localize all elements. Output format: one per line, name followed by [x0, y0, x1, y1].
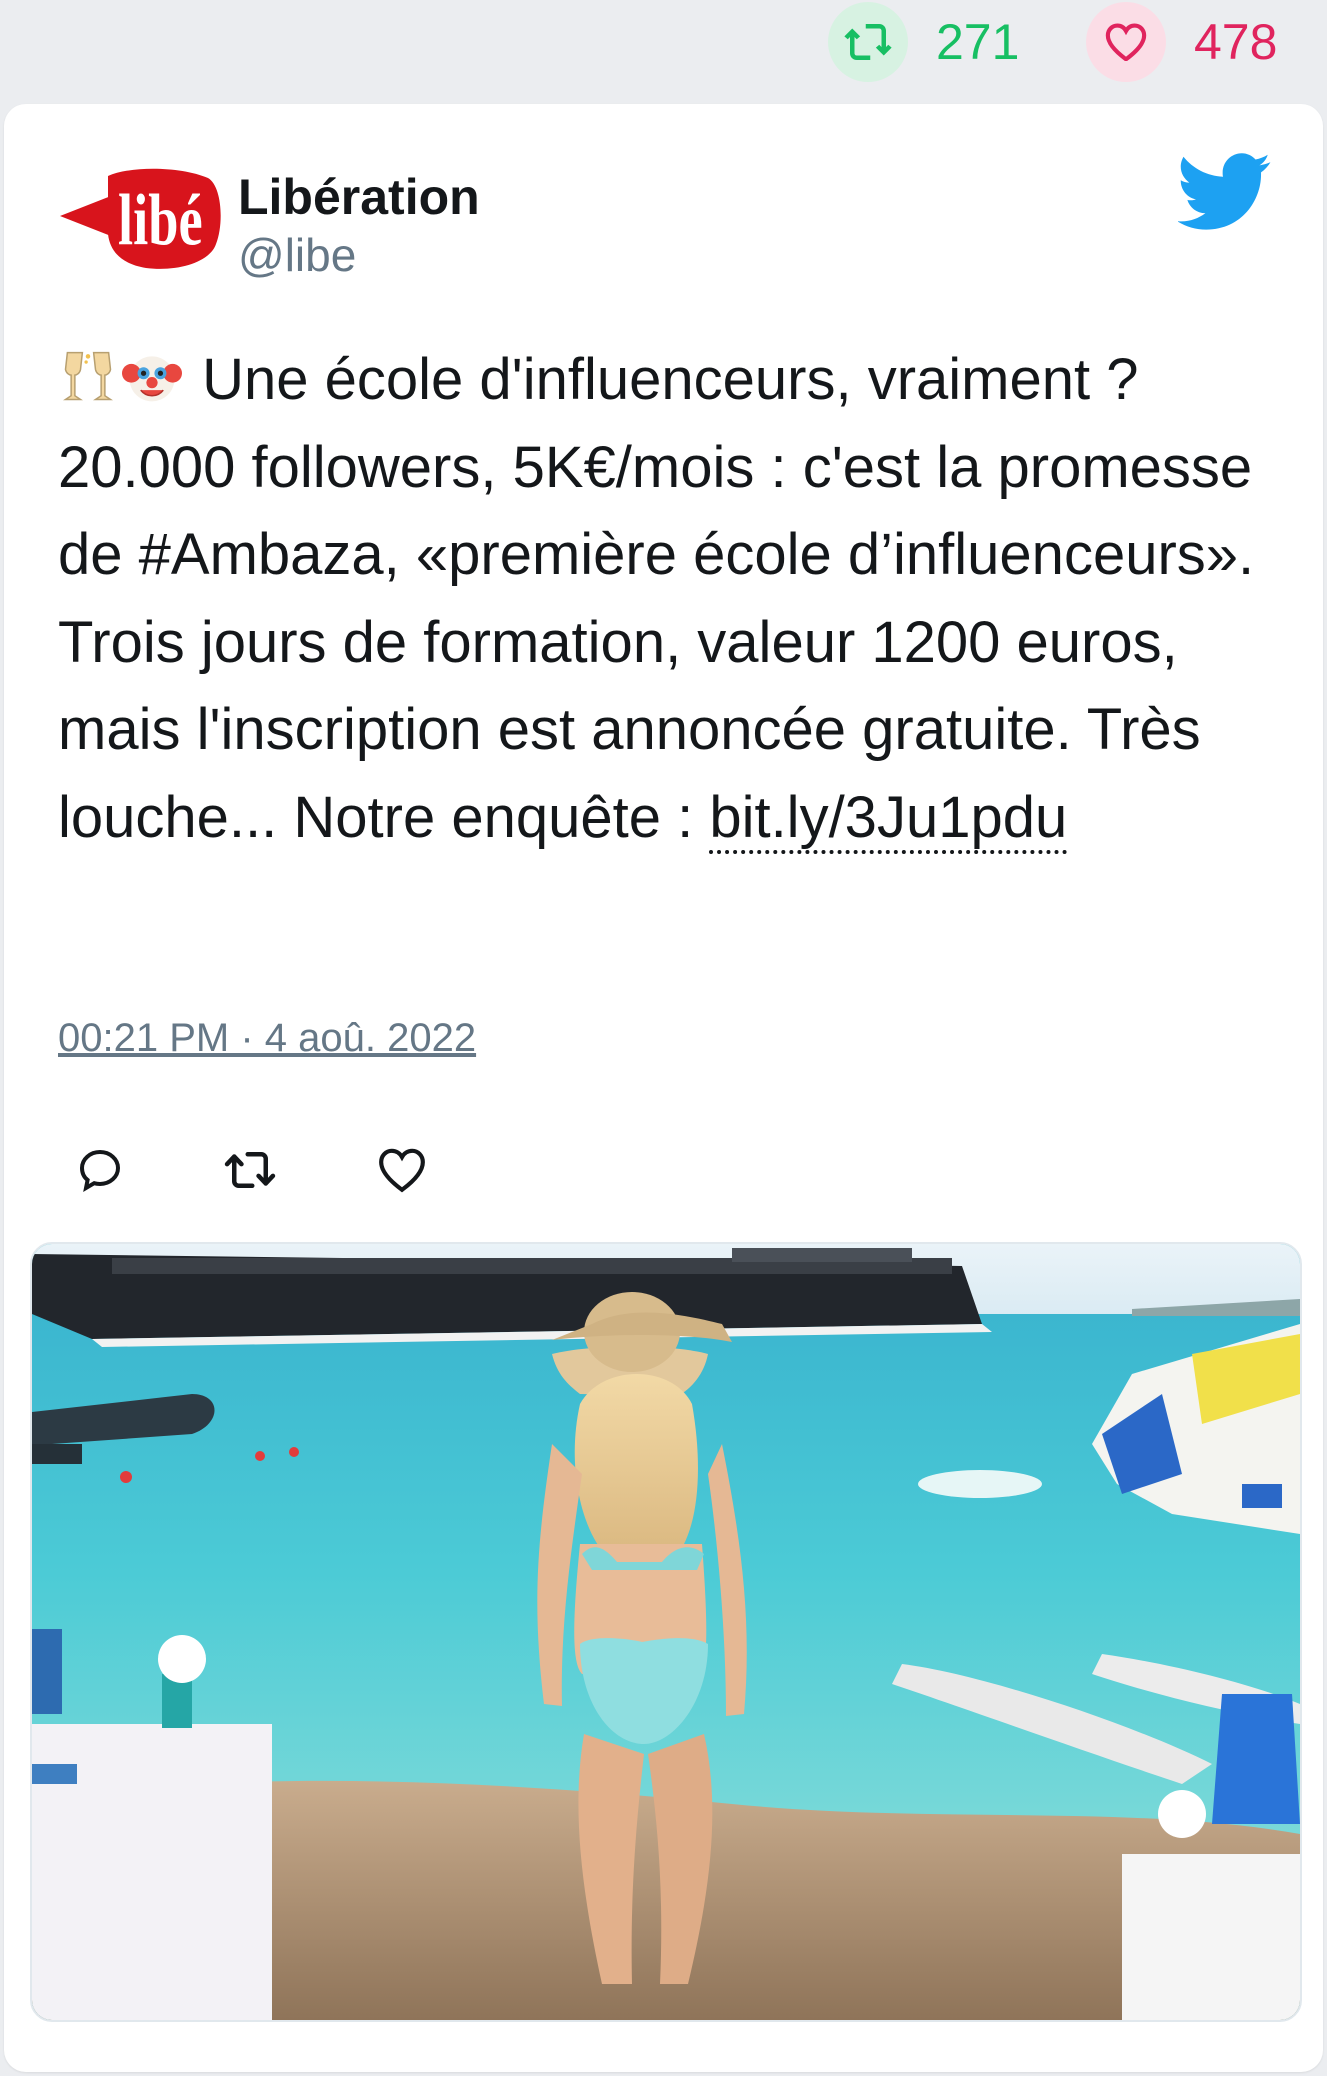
champagne-glasses-icon	[63, 351, 113, 401]
tweet-card: libé Libération @libe Une école d'influe…	[4, 104, 1323, 2072]
retweet-stat-icon	[828, 2, 908, 82]
retweet-stat[interactable]: 271	[828, 2, 1019, 82]
retweet-count: 271	[936, 14, 1020, 70]
like-button[interactable]	[372, 1140, 432, 1200]
tweet-text: Une école d'influenceurs, vraiment ? 20.…	[58, 347, 1270, 850]
like-count: 478	[1194, 14, 1278, 70]
clown-face-icon	[122, 356, 182, 402]
retweet-button[interactable]	[220, 1140, 280, 1200]
reply-icon	[79, 1149, 121, 1192]
author-name[interactable]: Libération	[238, 168, 480, 226]
like-icon	[379, 1148, 425, 1193]
heart-stat-icon	[1086, 2, 1166, 82]
like-stat[interactable]: 478	[1086, 2, 1277, 82]
retweet-icon	[224, 1152, 276, 1188]
twitter-bird-icon[interactable]	[1176, 152, 1272, 232]
engagement-stats: 271 478	[0, 0, 1327, 92]
tweet-link[interactable]: bit.ly/3Ju1pdu	[709, 784, 1068, 854]
tweet-media-image[interactable]	[30, 1242, 1302, 2022]
tweet-body: Une école d'influenceurs, vraiment ? 20.…	[58, 336, 1278, 861]
avatar-logo-text: libé	[118, 179, 203, 261]
liberation-logo-icon: libé	[60, 168, 221, 269]
author-avatar[interactable]: libé	[60, 164, 226, 274]
tweet-header: libé Libération @libe	[60, 152, 1280, 282]
tweet-timestamp[interactable]: 00:21 PM · 4 aoû. 2022	[58, 1016, 476, 1061]
author-handle[interactable]: @libe	[238, 228, 356, 282]
beach-photo	[32, 1244, 1300, 2020]
reply-button[interactable]	[70, 1140, 130, 1200]
